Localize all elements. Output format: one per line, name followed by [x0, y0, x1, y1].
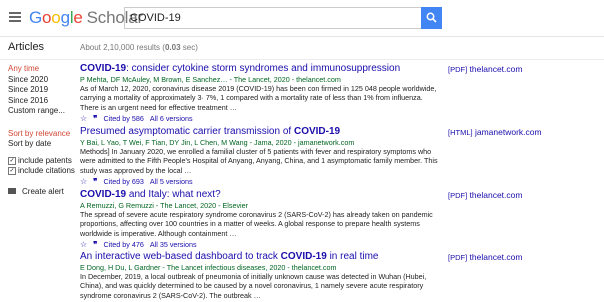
sort-by-relevance[interactable]: Sort by relevance [8, 129, 78, 140]
filter-since-2020[interactable]: Since 2020 [8, 75, 78, 86]
result-title[interactable]: COVID-19 and Italy: what next? [80, 189, 440, 201]
cited-by-link[interactable]: Cited by 476 [103, 240, 143, 249]
cited-by-link[interactable]: Cited by 586 [103, 114, 143, 123]
result-actions: ☆ ❞ Cited by 476 All 35 versions [80, 240, 440, 249]
search-box[interactable] [124, 7, 421, 29]
cite-icon[interactable]: ❞ [93, 240, 97, 249]
checkbox[interactable]: ✓ [8, 167, 16, 176]
include-patents-toggle[interactable]: ✓ include patents [8, 156, 78, 167]
result-authors: E Dong, H Du, L Gardner - The Lancet inf… [80, 263, 337, 272]
result-item: COVID-19 and Italy: what next? A Remuzzi… [80, 189, 440, 249]
sidebar: Any time Since 2020 Since 2019 Since 201… [8, 64, 78, 196]
versions-link[interactable]: All 6 versions [150, 114, 193, 123]
articles-label: Articles [8, 41, 45, 53]
top-bar: Google Scholar [0, 0, 604, 37]
result-title[interactable]: An interactive web-based dashboard to tr… [80, 251, 440, 263]
full-text-link[interactable]: [PDF] thelancet.com [448, 252, 522, 262]
results-count: About 2,10,000 results (0.03 sec) [80, 43, 198, 52]
result-actions: ☆ ❞ Cited by 586 All 6 versions [80, 114, 440, 123]
envelope-icon [8, 188, 16, 194]
versions-link[interactable]: All 35 versions [150, 240, 197, 249]
filter-custom-range[interactable]: Custom range... [8, 106, 78, 117]
filter-since-2016[interactable]: Since 2016 [8, 96, 78, 107]
filter-any-time[interactable]: Any time [8, 64, 78, 75]
star-icon[interactable]: ☆ [80, 177, 87, 186]
result-snippet: As of March 12, 2020, coronavirus diseas… [80, 84, 437, 112]
versions-link[interactable]: All 5 versions [150, 177, 193, 186]
result-snippet: The spread of severe acute respiratory s… [80, 210, 433, 238]
result-authors: A Remuzzi, G Remuzzi - The Lancet, 2020 … [80, 201, 249, 210]
full-text-link[interactable]: [HTML] jamanetwork.com [448, 127, 542, 137]
star-icon[interactable]: ☆ [80, 114, 87, 123]
cite-icon[interactable]: ❞ [93, 177, 97, 186]
result-authors: Y Bai, L Yao, T Wei, F Tian, DY Jin, L C… [80, 138, 355, 147]
result-actions: ☆ ❞ Cited by 693 All 5 versions [80, 177, 440, 186]
full-text-link[interactable]: [PDF] thelancet.com [448, 64, 522, 74]
result-item: Presumed asymptomatic carrier transmissi… [80, 126, 440, 186]
result-authors: P Mehta, DF McAuley, M Brown, E Sanchez…… [80, 75, 341, 84]
search-button[interactable] [421, 7, 442, 29]
result-item: An interactive web-based dashboard to tr… [80, 251, 440, 300]
full-text-link[interactable]: [PDF] thelancet.com [448, 190, 522, 200]
result-snippet: Methods] In January 2020, we enrolled a … [80, 147, 438, 175]
menu-icon[interactable] [9, 12, 21, 22]
sort-by-date[interactable]: Sort by date [8, 139, 78, 150]
result-title[interactable]: COVID-19: consider cytokine storm syndro… [80, 63, 440, 75]
result-item: COVID-19: consider cytokine storm syndro… [80, 63, 440, 123]
result-snippet: In December, 2019, a local outbreak of p… [80, 272, 427, 300]
sub-bar: Articles About 2,10,000 results (0.03 se… [0, 37, 604, 60]
filter-since-2019[interactable]: Since 2019 [8, 85, 78, 96]
cite-icon[interactable]: ❞ [93, 114, 97, 123]
include-citations-toggle[interactable]: ✓ include citations [8, 166, 78, 177]
create-alert-link[interactable]: Create alert [8, 187, 78, 196]
search-input[interactable] [125, 9, 415, 27]
search-icon [426, 12, 437, 23]
checkbox[interactable]: ✓ [8, 156, 16, 165]
result-title[interactable]: Presumed asymptomatic carrier transmissi… [80, 126, 440, 138]
cited-by-link[interactable]: Cited by 693 [103, 177, 143, 186]
star-icon[interactable]: ☆ [80, 240, 87, 249]
